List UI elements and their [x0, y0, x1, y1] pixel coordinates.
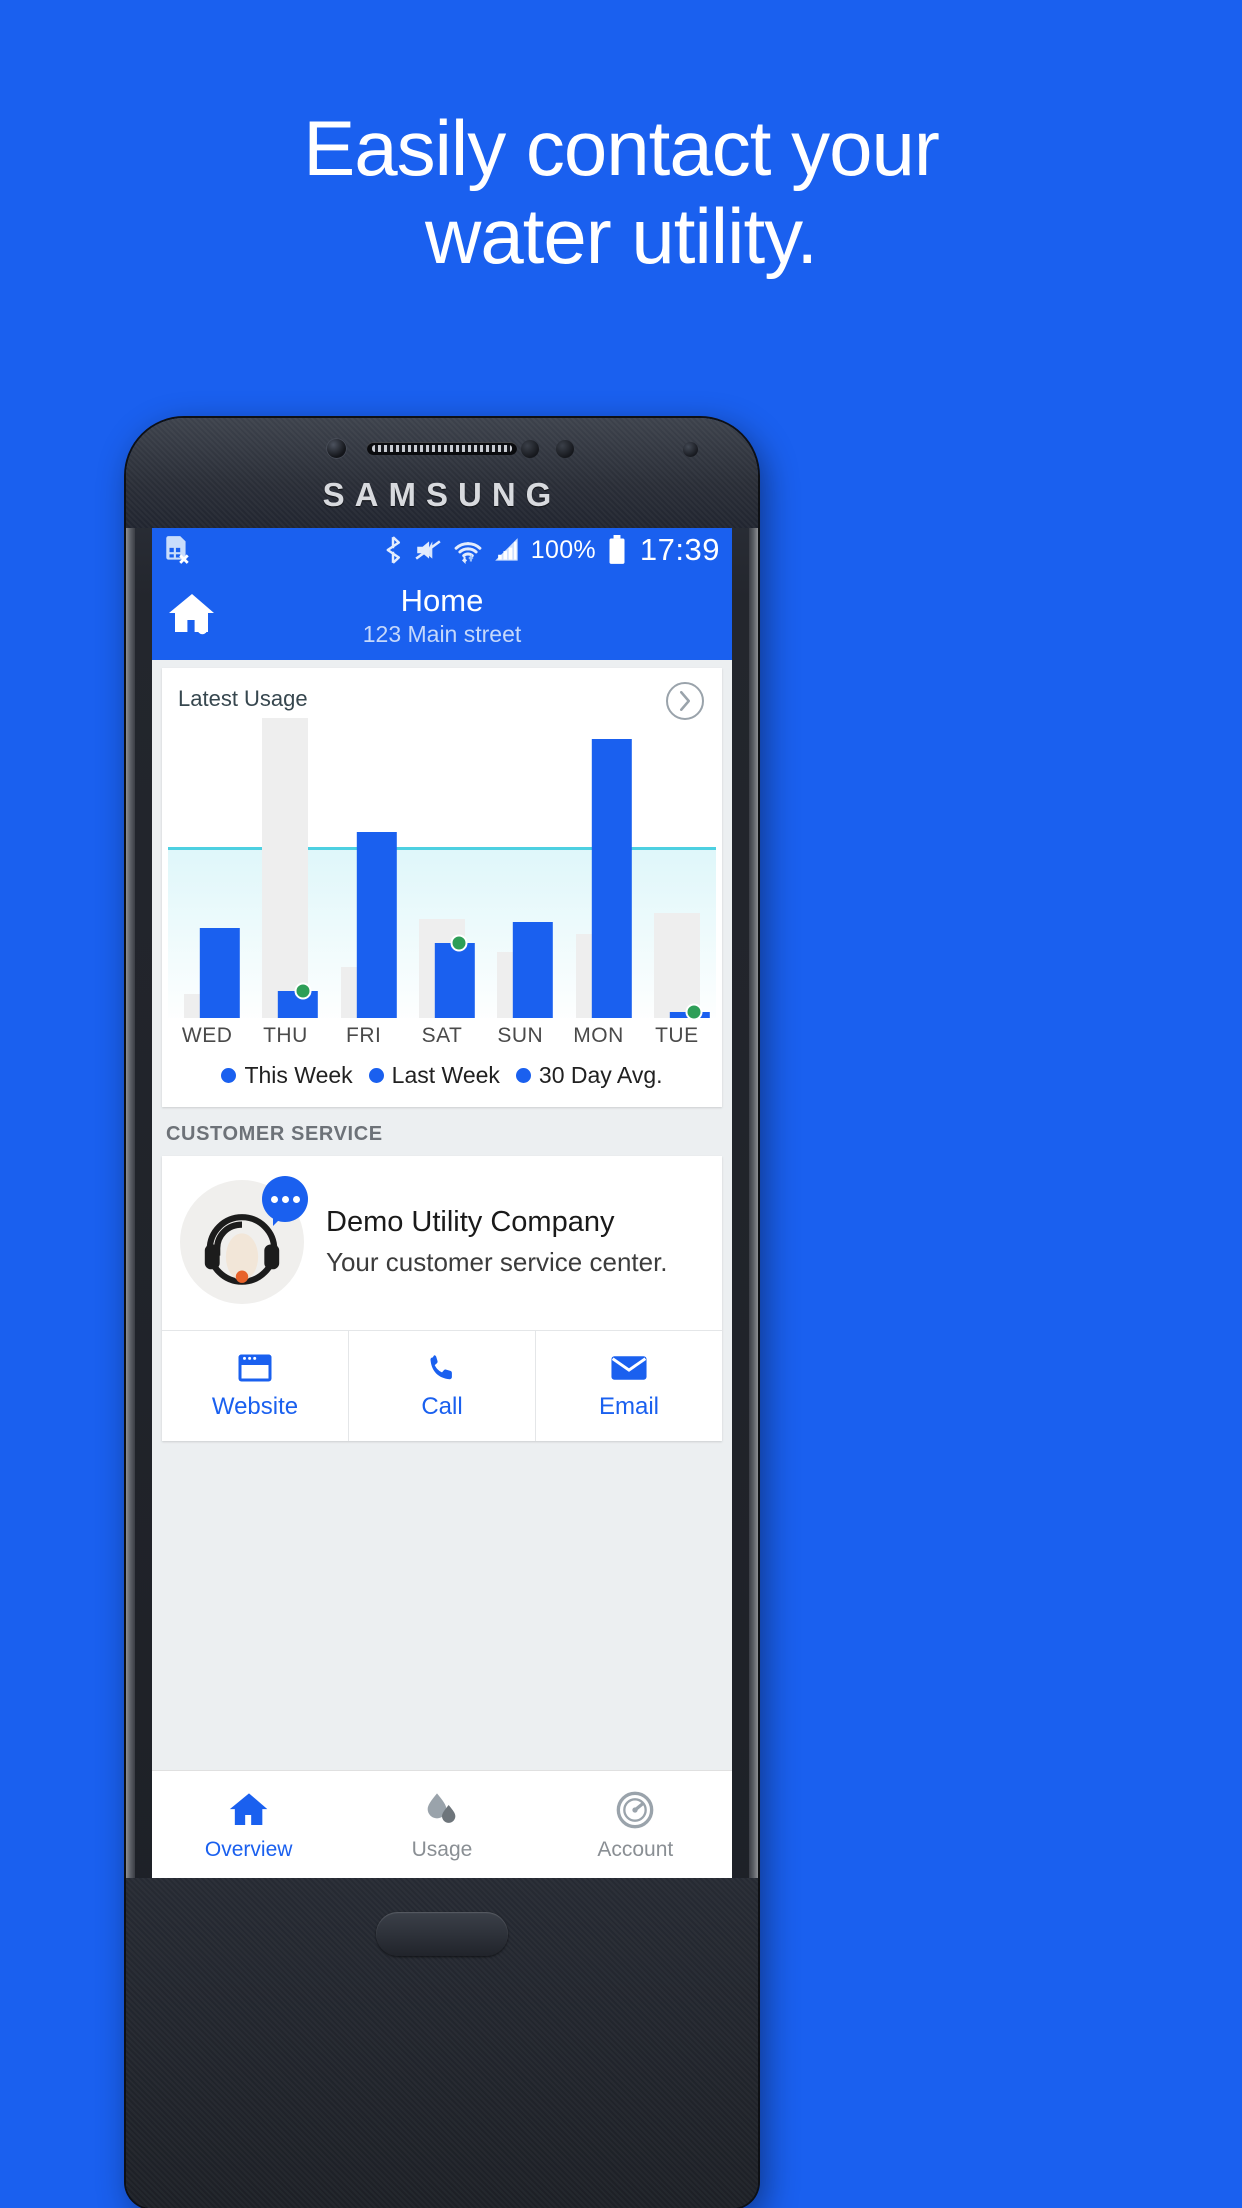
chart-x-tick-label: WED: [181, 1024, 233, 1047]
website-button-label: Website: [211, 1393, 299, 1420]
earpiece-speaker: [367, 442, 517, 455]
chart-plot-area: [168, 718, 716, 1021]
nav-item-overview[interactable]: Overview: [152, 1771, 345, 1878]
latest-usage-card[interactable]: Latest Usage WED THU FRI SAT SUN MON TUE This …: [162, 668, 722, 1107]
bar-this-week: [356, 832, 397, 1018]
promo-headline: Easily contact your water utility.: [0, 104, 1242, 280]
chart-bar-group: [168, 718, 246, 1018]
chart-legend-dot: [221, 1068, 237, 1083]
bar-this-week: [199, 928, 240, 1018]
chart-legend-dot: [515, 1068, 531, 1083]
chart-legend-label: This Week: [244, 1062, 353, 1088]
bar-this-week: [513, 922, 554, 1018]
website-button[interactable]: Website: [162, 1331, 348, 1441]
chart-x-tick-label: TUE: [655, 1024, 699, 1047]
chart-legend-item: This Week: [221, 1062, 353, 1089]
chart-marker-dot: [685, 1003, 703, 1021]
physical-home-button[interactable]: [376, 1912, 508, 1956]
bluetooth-icon: [383, 536, 403, 564]
chart-legend-item: Last Week: [368, 1062, 500, 1089]
home-icon: [227, 1788, 271, 1832]
nav-item-account[interactable]: Account: [539, 1771, 732, 1878]
email-button-label: Email: [598, 1393, 659, 1420]
front-camera-icon: [326, 438, 347, 459]
chart-x-tick-label: SUN: [497, 1024, 544, 1047]
call-button[interactable]: Call: [348, 1331, 535, 1441]
chart-bar-group: [638, 718, 716, 1021]
cellular-signal-icon: [494, 537, 520, 563]
usage-card-title: Latest Usage: [178, 686, 308, 711]
gauge-icon: [614, 1788, 656, 1832]
app-bar: Home 123 Main street: [152, 572, 732, 660]
chart-bar-group: [559, 718, 637, 1018]
phone-device: SAMSUNG 100% 17:39 Home 123 Main street …: [126, 418, 758, 2208]
chart-bar-group: [325, 718, 403, 1018]
nav-item-overview-label: Overview: [204, 1837, 293, 1861]
chart-x-tick-label: MON: [573, 1024, 624, 1047]
avatar: [180, 1176, 308, 1304]
nav-item-usage[interactable]: Usage: [345, 1771, 538, 1878]
call-button-label: Call: [421, 1393, 463, 1420]
envelope-icon: [536, 1349, 722, 1387]
chart-legend-item: 30 Day Avg.: [515, 1062, 663, 1089]
battery-full-icon: [607, 535, 627, 565]
phone-screen: 100% 17:39 Home 123 Main street Latest U…: [152, 528, 732, 1878]
headline-line-1: Easily contact your: [303, 104, 940, 192]
customer-service-section-label: CUSTOMER SERVICE: [166, 1123, 383, 1145]
bar-30day-avg: [262, 718, 309, 1018]
chart-marker-dot: [450, 934, 468, 952]
company-description: Your customer service center.: [326, 1247, 668, 1277]
wifi-icon: [453, 536, 483, 564]
usage-card-header: Latest Usage: [162, 668, 722, 720]
chart-bars: [168, 718, 716, 1021]
mute-icon: [414, 537, 442, 563]
chart-x-tick-label: SAT: [421, 1024, 463, 1047]
bar-this-week: [434, 943, 475, 1018]
chart-legend-label: Last Week: [391, 1062, 500, 1088]
customer-service-text: Demo Utility Company Your customer servi…: [326, 1202, 668, 1282]
chart-legend-label: 30 Day Avg.: [538, 1062, 663, 1088]
bar-30day-avg: [653, 913, 700, 1018]
phone-bottom-bezel: [126, 1878, 758, 2208]
browser-window-icon: [162, 1349, 348, 1387]
chart-legend-dot: [368, 1068, 384, 1083]
sim-card-error-icon: [164, 535, 190, 565]
nav-item-usage-label: Usage: [411, 1837, 473, 1861]
chart-legend: This Week Last Week 30 Day Avg.: [162, 1048, 722, 1107]
chevron-right-circle-icon[interactable]: [666, 682, 704, 720]
phone-icon: [349, 1349, 535, 1387]
chart-x-tick-label: FRI: [346, 1024, 382, 1047]
chat-bubble-icon: [262, 1176, 308, 1226]
customer-service-info: Demo Utility Company Your customer servi…: [162, 1156, 722, 1330]
chart-x-axis: WED THU FRI SAT SUN MON TUE: [168, 1024, 716, 1048]
device-brand-label: SAMSUNG: [322, 476, 562, 513]
page-subtitle: 123 Main street: [362, 621, 522, 647]
email-button[interactable]: Email: [535, 1331, 722, 1441]
water-drops-icon: [420, 1788, 464, 1832]
usage-bar-chart[interactable]: [168, 718, 716, 1021]
status-bar-clock: 17:39: [639, 532, 720, 567]
battery-percentage: 100%: [530, 535, 596, 564]
status-bar: 100% 17:39: [152, 528, 732, 572]
chart-marker-dot: [294, 982, 312, 1000]
proximity-sensor: [521, 440, 539, 458]
headline-line-2: water utility.: [425, 192, 818, 280]
bar-this-week: [591, 739, 632, 1018]
phone-top-bezel: SAMSUNG: [126, 418, 758, 528]
light-sensor: [556, 440, 574, 458]
company-name: Demo Utility Company: [326, 1206, 615, 1238]
chart-bar-group: [246, 718, 324, 1018]
chart-x-tick-label: THU: [263, 1024, 308, 1047]
chart-bar-group: [403, 718, 481, 1018]
home-water-drop-icon[interactable]: [166, 590, 218, 643]
notification-led: [683, 442, 698, 457]
bottom-navigation: Overview Usage Account: [152, 1770, 732, 1878]
chart-bar-group: [481, 718, 559, 1018]
customer-service-card: Demo Utility Company Your customer servi…: [162, 1156, 722, 1441]
page-title: Home: [400, 583, 484, 618]
customer-service-actions: Website Call Email: [162, 1330, 722, 1441]
nav-item-account-label: Account: [597, 1837, 674, 1861]
